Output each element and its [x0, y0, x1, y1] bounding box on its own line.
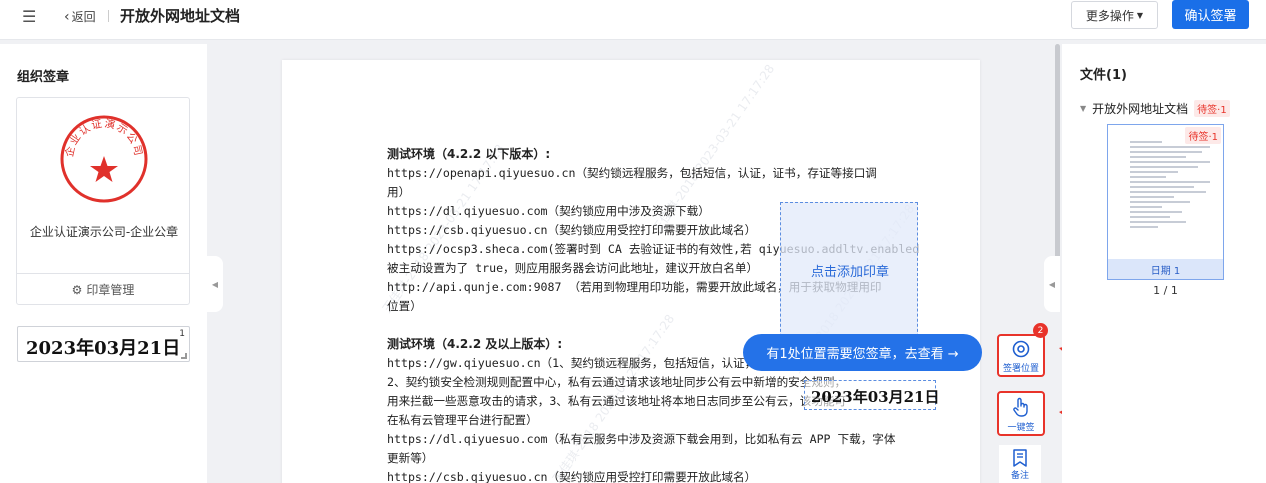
confirm-sign-button[interactable]: 确认签署 — [1172, 0, 1249, 29]
seal-stamp-icon: 企业认证演示公司 — [60, 115, 148, 203]
date-stamp-value: 2023年03月21日 — [811, 388, 940, 406]
seal-card[interactable]: 企业认证演示公司 企业认证演示公司-企业公章 ⚙ 印章管理 — [16, 97, 190, 305]
gear-icon: ⚙ — [71, 282, 83, 297]
date-field-value: 2023年03月21日 — [26, 338, 181, 359]
left-panel: 组织签章 企业认证演示公司 企业认证演示公司-企业公章 ⚙ 印章管理 2023年… — [0, 44, 207, 483]
file-status-badge: 待签·1 — [1194, 100, 1230, 117]
caret-down-icon: ▼ — [1136, 10, 1144, 20]
sign-position-button[interactable]: 签署位置 — [997, 334, 1045, 377]
date-field-count: 1 — [179, 329, 185, 339]
one-click-sign-button[interactable]: 一键签 — [997, 391, 1045, 436]
target-icon — [1012, 340, 1030, 358]
file-item[interactable]: ▼ 开放外网地址文档 待签·1 — [1080, 100, 1230, 117]
top-bar: ☰ ‹ 返回 开放外网地址文档 更多操作 ▼ 确认签署 — [0, 0, 1266, 40]
date-stamp-field[interactable]: 2023年03月21日 — [804, 380, 940, 410]
files-title: 文件(1) — [1080, 68, 1127, 83]
bookmark-note-icon — [1013, 449, 1027, 467]
thumbnail-text-lines — [1130, 141, 1210, 231]
date-field[interactable]: 2023年03月21日 1 — [17, 326, 190, 362]
seal-image: 企业认证演示公司 — [59, 114, 149, 204]
page-indicator: 1 / 1 — [1153, 284, 1178, 297]
note-label: 备注 — [1010, 471, 1029, 481]
note-button[interactable]: 备注 — [999, 445, 1041, 483]
triangle-down-icon[interactable]: ▼ — [1080, 104, 1086, 113]
menu-icon[interactable]: ☰ — [22, 7, 36, 26]
go-sign-toast[interactable]: 有1处位置需要您签章，去查看 → — [743, 334, 982, 371]
hand-tap-icon — [1013, 397, 1028, 417]
svg-text:企业认证演示公司: 企业认证演示公司 — [63, 117, 145, 158]
chevron-left-icon: ‹ — [64, 8, 70, 25]
more-actions-button[interactable]: 更多操作 ▼ — [1071, 1, 1158, 29]
thumb-footer: 日期 1 — [1108, 259, 1223, 279]
collapse-left-button[interactable]: ◀ — [207, 256, 223, 312]
sign-position-badge: 2 — [1033, 323, 1048, 338]
document-line: https://csb.qiyuesuo.cn（契约锁应用受控打印需要开放此域名… — [387, 470, 757, 483]
right-panel: 文件(1) ▼ 开放外网地址文档 待签·1 待签·1 日期 1 1 / 1 — [1062, 44, 1266, 483]
add-seal-box[interactable]: 点击添加印章 — [780, 202, 918, 342]
seal-manage-button[interactable]: ⚙ 印章管理 — [17, 273, 189, 305]
document-line: https://dl.qiyuesuo.com（私有云服务中涉及资源下载会用到，… — [387, 432, 896, 446]
more-actions-label: 更多操作 — [1085, 8, 1134, 23]
document-line: 在私有云管理平台进行配置） — [387, 413, 538, 427]
document-heading: 测试环境（4.2.2 以下版本）: — [387, 147, 551, 161]
page-title: 开放外网地址文档 — [120, 7, 241, 25]
back-label: 返回 — [71, 10, 96, 24]
page-thumbnail[interactable]: 待签·1 日期 1 — [1107, 124, 1224, 280]
sign-position-label: 签署位置 — [1002, 364, 1039, 374]
document-line: 用） — [387, 185, 411, 199]
file-name: 开放外网地址文档 — [1092, 102, 1189, 116]
seal-name: 企业认证演示公司-企业公章 — [29, 225, 179, 239]
resize-grip-icon[interactable] — [181, 353, 187, 359]
document-line: https://openapi.qiyuesuo.cn（契约锁远程服务，包括短信… — [387, 166, 877, 180]
org-seal-title: 组织签章 — [17, 70, 70, 85]
document-line: 更新等） — [387, 451, 434, 465]
one-click-sign-label: 一键签 — [1007, 423, 1035, 433]
seal-manage-label: 印章管理 — [86, 283, 135, 297]
back-button[interactable]: ‹ 返回 — [64, 8, 96, 25]
add-seal-label: 点击添加印章 — [810, 265, 889, 280]
collapse-right-button[interactable]: ◀ — [1044, 256, 1060, 312]
divider — [108, 10, 109, 22]
